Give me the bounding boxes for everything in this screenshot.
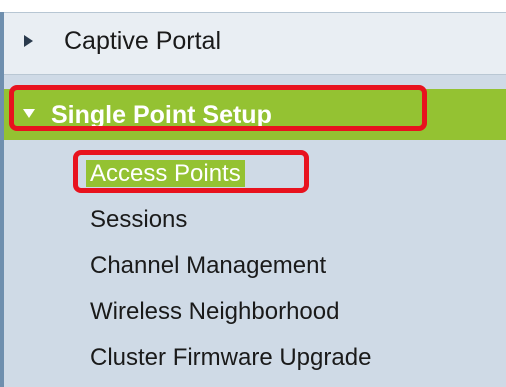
highlight-box-single-point-setup [9, 85, 427, 131]
subnav-item-cluster-firmware-upgrade[interactable]: Cluster Firmware Upgrade [90, 344, 371, 372]
subnav-item-cluster-firmware-upgrade-label: Cluster Firmware Upgrade [90, 344, 372, 371]
subnav-item-sessions[interactable]: Sessions [90, 206, 187, 234]
highlight-box-access-points [73, 150, 309, 193]
subnav-item-wireless-neighborhood[interactable]: Wireless Neighborhood [90, 298, 339, 326]
subnav-item-sessions-label: Sessions [90, 206, 188, 233]
nav-item-captive-portal[interactable]: Captive Portal [4, 13, 506, 75]
sidebar-nav: Captive Portal Single Point Setup Access… [4, 13, 506, 387]
triangle-right-icon[interactable] [24, 35, 33, 47]
subnav-item-wireless-neighborhood-label: Wireless Neighborhood [90, 298, 340, 325]
subnav-item-channel-management-label: Channel Management [90, 252, 327, 279]
navigation-frame: Captive Portal Single Point Setup Access… [0, 0, 506, 387]
subnav-item-channel-management[interactable]: Channel Management [90, 252, 326, 280]
nav-item-captive-portal-label: Captive Portal [64, 27, 222, 55]
